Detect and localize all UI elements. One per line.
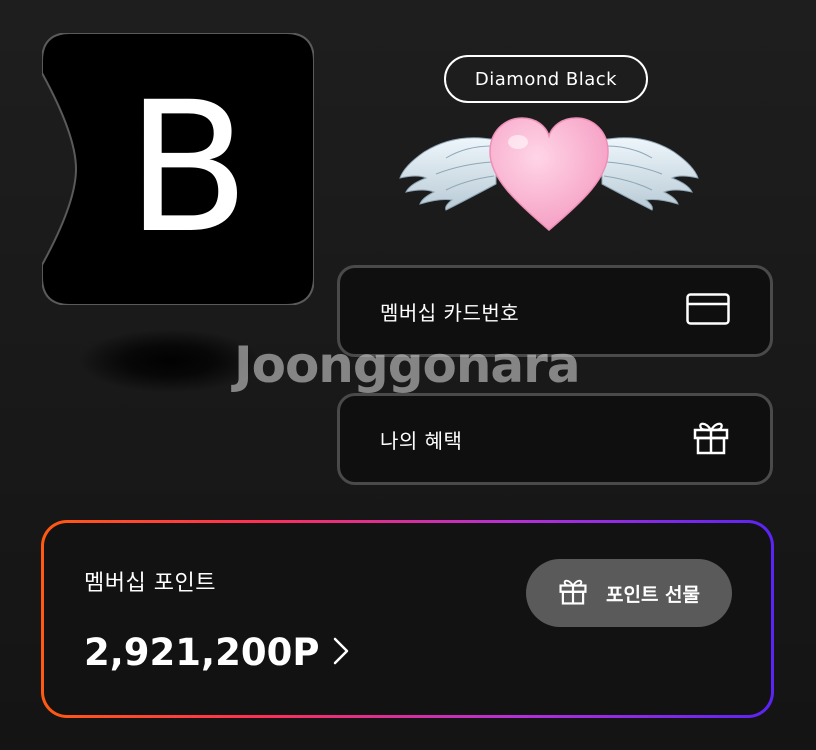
left-wing [399, 137, 497, 211]
card-number-label: 멤버십 카드번호 [380, 300, 520, 325]
winged-heart-icon [396, 112, 702, 234]
tier-badge: Diamond Black [444, 55, 648, 103]
my-benefits-button[interactable]: 나의 혜택 [337, 393, 773, 485]
points-value-link[interactable]: 2,921,200P [84, 631, 349, 674]
gift-icon [692, 419, 730, 459]
right-wing [601, 137, 699, 211]
card-shadow [80, 330, 260, 392]
membership-points-panel: 멤버십 포인트 2,921,200P 포인트 선물 [41, 520, 774, 718]
heart [489, 117, 609, 231]
logo-letter: B [126, 64, 250, 273]
chevron-right-icon [333, 631, 349, 674]
credit-card-icon [686, 293, 730, 329]
gift-points-label: 포인트 선물 [605, 583, 700, 606]
watermark: Joonggonara [234, 336, 581, 394]
benefits-label: 나의 혜택 [380, 428, 463, 453]
gift-points-button[interactable]: 포인트 선물 [526, 559, 732, 627]
points-title: 멤버십 포인트 [84, 571, 216, 596]
gift-icon [558, 577, 588, 610]
points-value: 2,921,200P [84, 631, 320, 674]
